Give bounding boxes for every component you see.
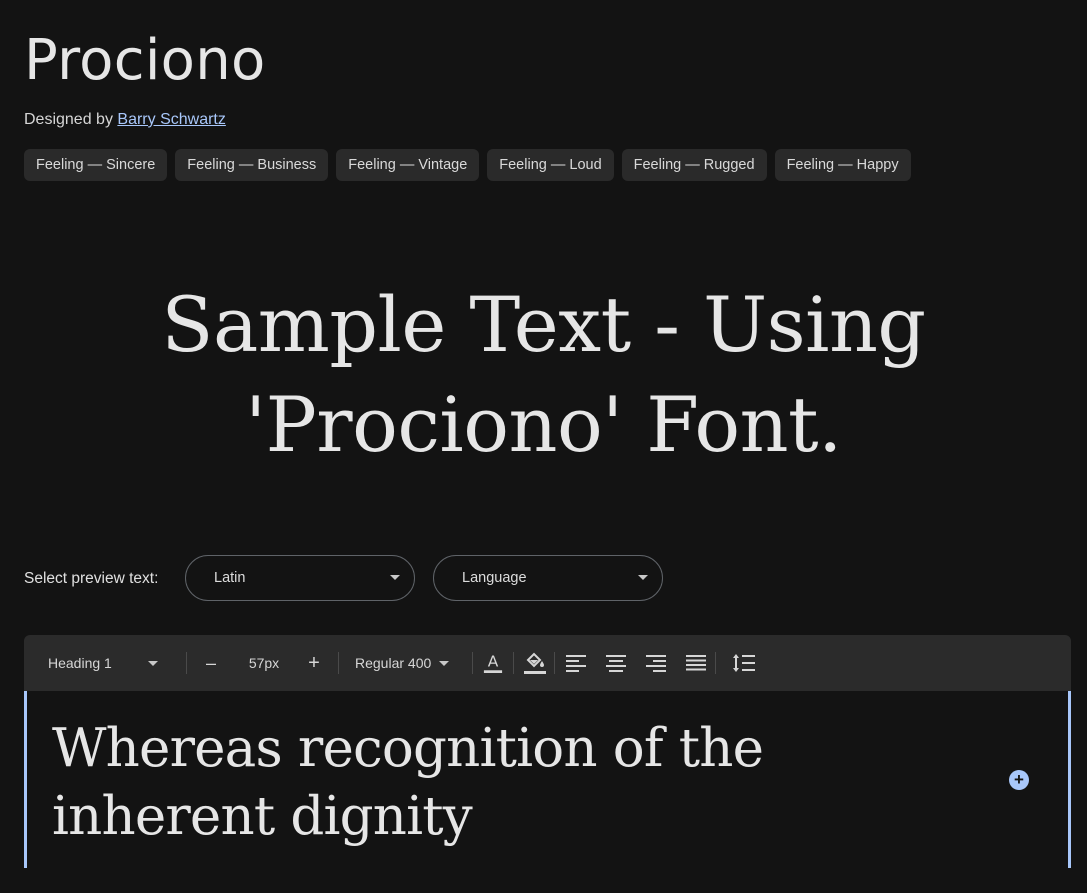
language-select[interactable]: Language	[433, 555, 663, 601]
line-spacing-icon	[733, 654, 755, 672]
chevron-down-icon	[390, 575, 400, 580]
language-select-placeholder: Language	[462, 570, 527, 586]
text-color-button[interactable]: A	[483, 635, 503, 691]
align-center-button[interactable]	[605, 635, 627, 691]
page-bottom	[0, 868, 1087, 893]
toolbar-divider	[513, 652, 514, 674]
align-left-button[interactable]	[565, 635, 587, 691]
add-icon[interactable]: +	[1009, 770, 1029, 790]
fill-bucket-icon	[524, 652, 546, 674]
preview-editor[interactable]: Whereas recognition of the inherent dign…	[24, 691, 1071, 868]
designer-link[interactable]: Barry Schwartz	[117, 111, 225, 128]
chevron-down-icon	[638, 575, 648, 580]
decrease-size-button[interactable]: –	[202, 635, 220, 691]
text-style-select[interactable]: Heading 1	[48, 635, 188, 691]
font-weight-select[interactable]: Regular 400	[355, 635, 450, 691]
highlight-color-button[interactable]	[524, 635, 546, 691]
script-select-value: Latin	[214, 570, 246, 586]
toolbar-divider	[186, 652, 187, 674]
increase-size-button[interactable]: +	[304, 635, 324, 691]
align-justify-button[interactable]	[685, 635, 707, 691]
align-center-icon	[606, 655, 626, 672]
align-right-icon	[646, 655, 666, 672]
hero-sample-text: Sample Text - Using 'Prociono' Font.	[0, 275, 1087, 475]
preview-text-label: Select preview text:	[24, 570, 159, 587]
align-justify-icon	[686, 655, 706, 671]
text-style-value: Heading 1	[48, 655, 112, 671]
chevron-down-icon	[439, 660, 450, 666]
font-size-value[interactable]: 57px	[242, 635, 286, 691]
svg-text:A: A	[488, 653, 499, 671]
align-right-button[interactable]	[645, 635, 667, 691]
designer-line: Designed by Barry Schwartz	[24, 111, 226, 129]
script-select[interactable]: Latin	[185, 555, 415, 601]
hero-line-2: 'Prociono' Font.	[245, 380, 842, 469]
chevron-down-icon	[147, 660, 158, 666]
tag-rugged[interactable]: Feeling — Rugged	[621, 149, 767, 181]
tag-vintage[interactable]: Feeling — Vintage	[336, 149, 480, 181]
tag-sincere[interactable]: Feeling — Sincere	[24, 149, 168, 181]
toolbar-divider	[472, 652, 473, 674]
tag-loud[interactable]: Feeling — Loud	[487, 149, 614, 181]
toolbar-divider	[715, 652, 716, 674]
font-weight-value: Regular 400	[355, 655, 432, 671]
align-left-icon	[566, 655, 586, 672]
text-color-icon: A	[483, 653, 503, 673]
toolbar-divider	[338, 652, 339, 674]
toolbar-divider	[554, 652, 555, 674]
designed-by-label: Designed by	[24, 111, 113, 128]
line-height-button[interactable]	[732, 635, 756, 691]
editor-toolbar: Heading 1 – 57px + Regular 400 A	[24, 635, 1071, 691]
hero-line-1: Sample Text - Using	[161, 280, 926, 369]
tag-list: Feeling — Sincere Feeling — Business Fee…	[24, 149, 911, 181]
editor-preview-text[interactable]: Whereas recognition of the inherent dign…	[52, 715, 992, 851]
tag-happy[interactable]: Feeling — Happy	[774, 149, 911, 181]
font-title: Prociono	[24, 28, 266, 93]
tag-business[interactable]: Feeling — Business	[175, 149, 329, 181]
